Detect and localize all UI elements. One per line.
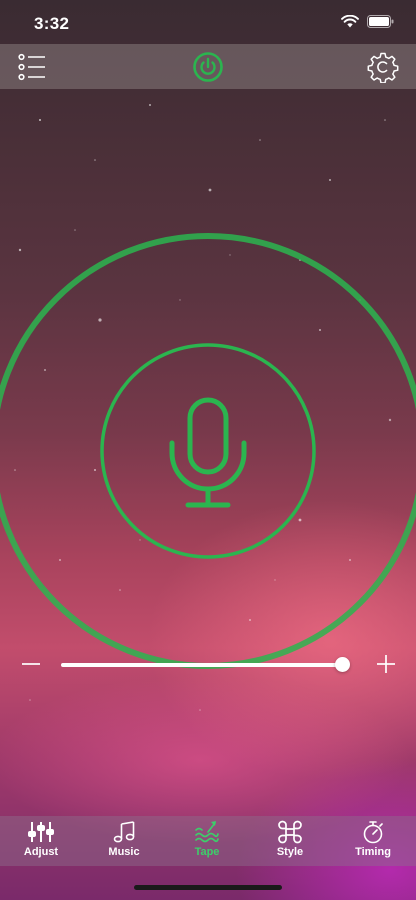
music-note-icon — [113, 821, 135, 843]
command-icon — [278, 820, 302, 844]
tab-tape[interactable]: Tape — [167, 820, 247, 866]
status-icons — [341, 15, 394, 28]
battery-icon — [367, 15, 394, 28]
home-indicator — [134, 885, 282, 890]
playlist-button[interactable] — [16, 51, 48, 83]
gear-icon — [367, 52, 399, 83]
volume-slider-track[interactable] — [61, 663, 348, 667]
volume-control — [0, 645, 416, 685]
sliders-icon — [28, 822, 54, 842]
microphone-button[interactable] — [100, 343, 316, 559]
tab-bar: Adjust Music Tape Style Timing — [0, 816, 416, 866]
tab-style[interactable]: Style — [250, 820, 330, 866]
tab-timing[interactable]: Timing — [333, 820, 413, 866]
list-icon — [18, 53, 45, 81]
settings-button[interactable] — [367, 51, 399, 83]
volume-down-button[interactable] — [18, 651, 44, 677]
plus-icon — [377, 655, 395, 673]
tab-label: Style — [276, 846, 304, 858]
top-toolbar — [0, 44, 416, 89]
tab-label: Adjust — [23, 846, 59, 858]
tab-label: Tape — [194, 846, 220, 858]
tab-label: Timing — [355, 846, 391, 858]
timer-icon — [363, 821, 383, 844]
record-area — [0, 233, 416, 669]
status-time: 3:32 — [34, 14, 70, 33]
minus-icon — [22, 663, 40, 665]
volume-up-button[interactable] — [373, 651, 399, 677]
volume-slider-thumb[interactable] — [334, 657, 350, 672]
tab-label: Music — [108, 846, 140, 858]
tab-adjust[interactable]: Adjust — [1, 820, 81, 866]
tape-icon — [195, 821, 219, 843]
power-icon — [193, 52, 223, 82]
tab-music[interactable]: Music — [84, 820, 164, 866]
wifi-icon — [341, 15, 359, 28]
power-button[interactable] — [192, 51, 224, 83]
status-bar: 3:32 — [0, 0, 416, 44]
